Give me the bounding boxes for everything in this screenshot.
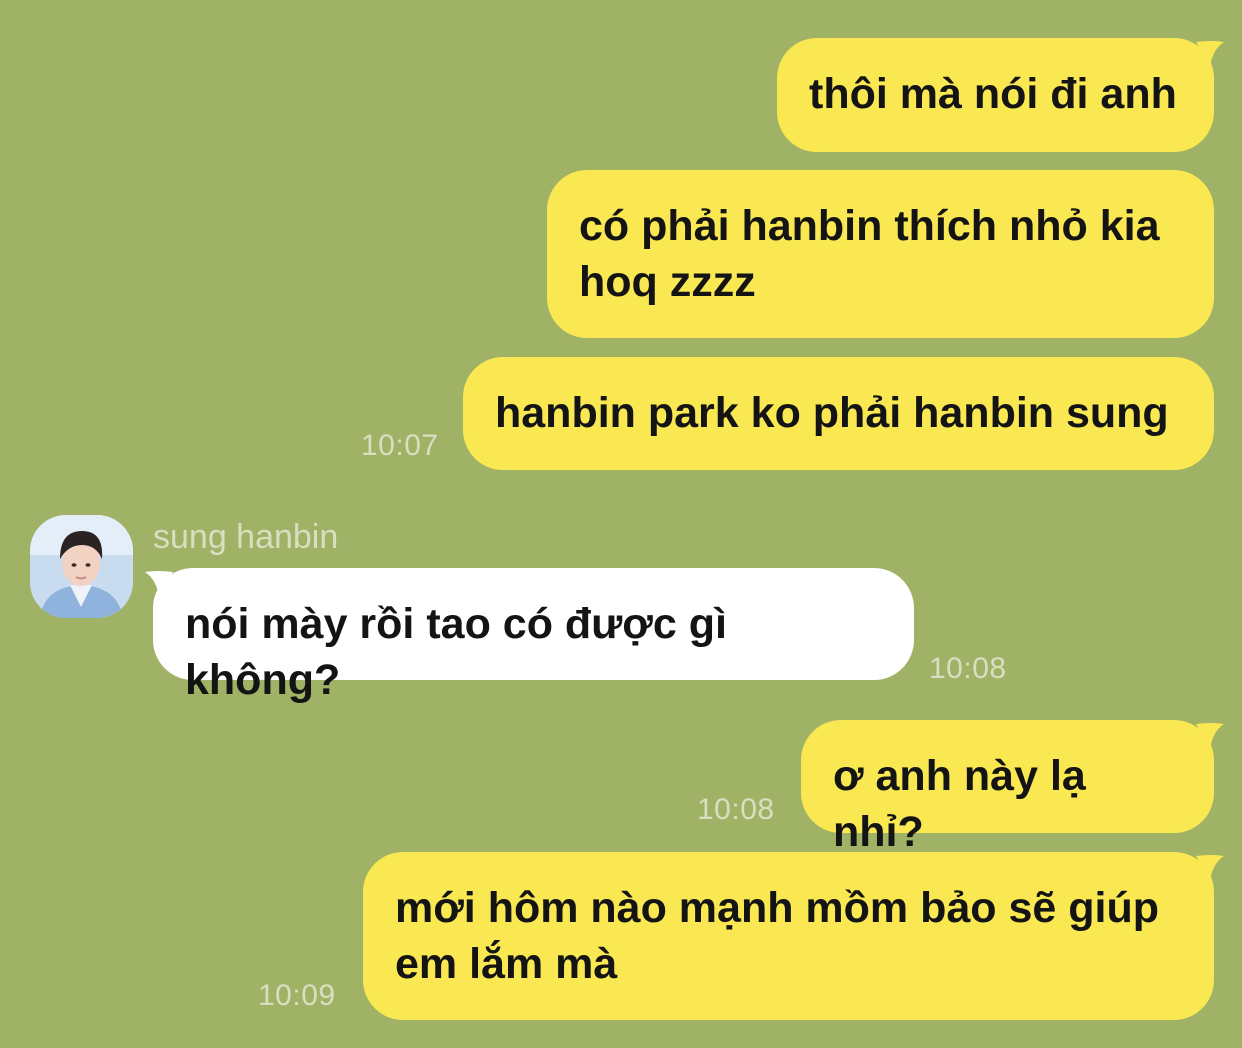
message-text: mới hôm nào mạnh mồm bảo sẽ giúp em lắm … xyxy=(395,884,1160,988)
message-bubble-outgoing[interactable]: ơ anh này lạ nhỉ? xyxy=(801,720,1214,856)
message-bubble-outgoing[interactable]: mới hôm nào mạnh mồm bảo sẽ giúp em lắm … xyxy=(363,852,1214,1020)
message-timestamp: 10:09 xyxy=(258,979,336,1012)
message-text: thôi mà nói đi anh xyxy=(809,70,1177,118)
contact-avatar[interactable] xyxy=(30,515,133,618)
bubble-tail-icon xyxy=(1196,723,1224,750)
message-bubble-outgoing[interactable]: thôi mà nói đi anh xyxy=(777,38,1214,152)
message-text: có phải hanbin thích nhỏ kia hoq zzzz xyxy=(579,202,1160,306)
message-bubble-outgoing[interactable]: có phải hanbin thích nhỏ kia hoq zzzz xyxy=(547,170,1214,338)
message-bubble-outgoing[interactable]: hanbin park ko phải hanbin sung xyxy=(463,357,1214,470)
sender-name: sung hanbin xyxy=(153,518,339,556)
message-bubble-incoming[interactable]: nói mày rồi tao có được gì không? xyxy=(153,568,914,704)
profile-photo-icon xyxy=(30,515,133,618)
bubble-tail-icon xyxy=(1196,41,1224,68)
message-timestamp: 10:08 xyxy=(929,652,1007,685)
message-text: nói mày rồi tao có được gì không? xyxy=(185,600,727,704)
message-text: hanbin park ko phải hanbin sung xyxy=(495,389,1169,437)
message-text: ơ anh này lạ nhỉ? xyxy=(833,752,1086,856)
bubble-tail-icon xyxy=(1196,855,1224,882)
message-timestamp: 10:07 xyxy=(361,429,439,462)
message-timestamp: 10:08 xyxy=(697,793,775,826)
bubble-tail-icon xyxy=(145,571,173,598)
